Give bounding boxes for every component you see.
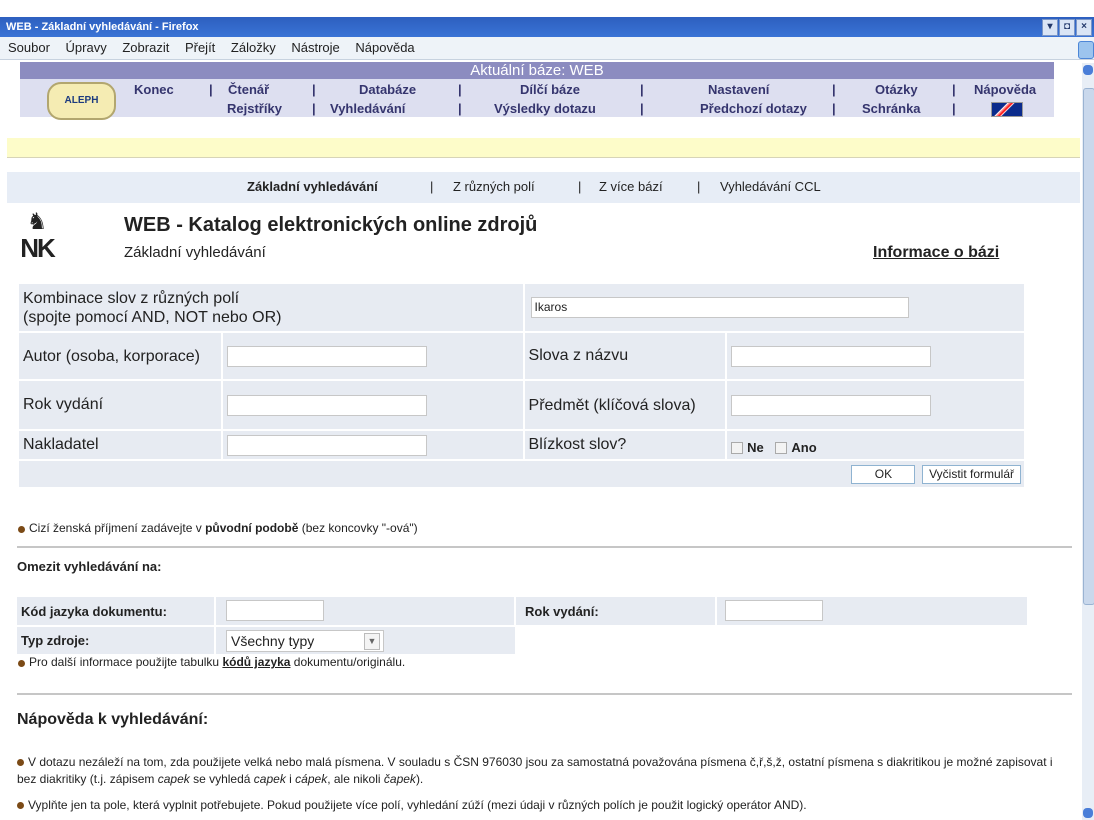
limit-row-1: Kód jazyka dokumentu: Rok vydání: xyxy=(17,597,1027,625)
page-header: ♞ NK WEB - Katalog elektronických online… xyxy=(17,204,1069,274)
nav-ctenar[interactable]: Čtenář xyxy=(228,82,269,97)
subject-label: Předmět (klíčová slova) xyxy=(524,381,726,429)
nav-predchozi-dotazy[interactable]: Předchozí dotazy xyxy=(700,101,807,116)
year-label: Rok vydání xyxy=(19,381,222,429)
search-form: Kombinace slov z různých polí (spojte po… xyxy=(17,282,1026,489)
nav-dilci-baze[interactable]: Dílčí báze xyxy=(520,82,580,97)
nav-rejstriky[interactable]: Rejstříky xyxy=(227,101,282,116)
proximity-yes-checkbox[interactable] xyxy=(775,442,788,455)
bullet-icon xyxy=(18,660,25,667)
proximity-yes-label: Ano xyxy=(791,439,817,455)
current-base: Aktuální báze: WEB xyxy=(20,62,1054,79)
menu-prejit[interactable]: Přejít xyxy=(185,40,215,55)
nk-text: NK xyxy=(20,233,56,263)
limit-title: Omezit vyhledávání na: xyxy=(17,559,162,574)
scrollbar-thumb[interactable] xyxy=(1083,88,1094,605)
aleph-logo[interactable]: ALEPH xyxy=(47,82,116,120)
vertical-scrollbar[interactable] xyxy=(1082,63,1094,820)
title-words-input[interactable] xyxy=(731,345,932,367)
menu-napoveda[interactable]: Nápověda xyxy=(355,40,414,55)
menu-zalozky[interactable]: Záložky xyxy=(231,40,276,55)
year-input[interactable] xyxy=(227,394,428,416)
search-type-bar: Základní vyhledávání | Z různých polí | … xyxy=(7,172,1080,203)
source-type-label: Typ zdroje: xyxy=(21,633,90,648)
subject-input[interactable] xyxy=(731,394,932,416)
scroll-up-icon[interactable] xyxy=(1083,65,1093,75)
help-paragraph-2: Vyplňte jen ta pole, která vyplnit potře… xyxy=(28,798,807,812)
publisher-input[interactable] xyxy=(227,434,428,456)
ok-button[interactable]: OK xyxy=(851,464,916,484)
proximity-no-label: Ne xyxy=(747,439,764,455)
chevron-down-icon[interactable]: ▼ xyxy=(364,633,380,650)
menu-bar: Soubor Úpravy Zobrazit Přejít Záložky Ná… xyxy=(0,37,1094,60)
language-label: Kód jazyka dokumentu: xyxy=(21,604,167,619)
subnav-ccl[interactable]: Vyhledávání CCL xyxy=(720,179,821,194)
page-content: Aktuální báze: WEB ALEPH Konec | Čtenář … xyxy=(7,62,1080,820)
help-title: Nápověda k vyhledávání: xyxy=(17,711,209,728)
nk-logo: ♞ NK xyxy=(17,209,57,264)
source-type-value: Všechny typy xyxy=(231,633,315,649)
bullet-icon xyxy=(18,526,25,533)
nav-databaze[interactable]: Databáze xyxy=(359,82,416,97)
combo-input[interactable]: Ikaros xyxy=(530,297,909,318)
minimize-button[interactable]: ▾ xyxy=(1042,19,1058,36)
bullet-icon xyxy=(17,759,24,766)
restore-button[interactable]: ◘ xyxy=(1059,19,1075,36)
limit-row-2: Typ zdroje: Všechny typy ▼ xyxy=(17,627,515,654)
language-table-link[interactable]: kódů jazyka xyxy=(222,655,290,669)
language-table-note: Pro další informace použijte tabulku kód… xyxy=(29,655,406,669)
source-type-select[interactable]: Všechny typy ▼ xyxy=(226,630,384,652)
menu-nastroje[interactable]: Nástroje xyxy=(291,40,339,55)
sidebar-toggle-icon[interactable] xyxy=(1078,41,1094,59)
subnav-basic[interactable]: Základní vyhledávání xyxy=(247,179,378,194)
divider xyxy=(17,546,1072,548)
message-bar xyxy=(7,138,1080,158)
proximity-no-checkbox[interactable] xyxy=(731,442,744,455)
menu-upravy[interactable]: Úpravy xyxy=(66,40,107,55)
base-info-link[interactable]: Informace o bázi xyxy=(873,244,999,262)
nav-nastaveni[interactable]: Nastavení xyxy=(708,82,769,97)
nav-napoveda[interactable]: Nápověda xyxy=(974,82,1036,97)
bullet-icon xyxy=(17,802,24,809)
title-words-label: Slova z názvu xyxy=(524,333,726,379)
nav-vyhledavani[interactable]: Vyhledávání xyxy=(330,101,405,116)
window-titlebar: WEB - Základní vyhledávání - Firefox ▾ ◘… xyxy=(0,17,1094,37)
author-label: Autor (osoba, korporace) xyxy=(19,333,222,379)
surname-note: Cizí ženská příjmení zadávejte v původní… xyxy=(29,521,418,535)
help-text: V dotazu nezáleží na tom, zda použijete … xyxy=(17,755,1053,812)
combo-label: Kombinace slov z různých polí xyxy=(23,289,240,307)
menu-soubor[interactable]: Soubor xyxy=(8,40,50,55)
author-input[interactable] xyxy=(227,345,428,367)
nav-otazky[interactable]: Otázky xyxy=(875,82,918,97)
english-flag-icon[interactable] xyxy=(991,102,1023,117)
close-button[interactable]: × xyxy=(1076,19,1092,36)
menu-zobrazit[interactable]: Zobrazit xyxy=(122,40,169,55)
divider xyxy=(17,693,1072,695)
combo-sublabel: (spojte pomocí AND, NOT nebo OR) xyxy=(23,308,282,326)
subnav-bases[interactable]: Z více bází xyxy=(599,179,663,194)
aleph-top-navigation: Aktuální báze: WEB ALEPH Konec | Čtenář … xyxy=(20,62,1054,137)
nav-vysledky-dotazu[interactable]: Výsledky dotazu xyxy=(494,101,596,116)
year2-label: Rok vydání: xyxy=(525,604,599,619)
window-title: WEB - Základní vyhledávání - Firefox xyxy=(6,21,199,33)
page-subtitle: Základní vyhledávání xyxy=(124,244,266,261)
proximity-label: Blízkost slov? xyxy=(524,431,726,459)
nav-konec[interactable]: Konec xyxy=(134,82,174,97)
year2-input[interactable] xyxy=(725,600,823,621)
clear-form-button[interactable]: Vyčistit formulář xyxy=(922,464,1021,484)
publisher-label: Nakladatel xyxy=(19,431,222,459)
scroll-down-icon[interactable] xyxy=(1083,808,1093,818)
nk-emblem-icon: ♞ xyxy=(26,208,48,234)
nav-schranka[interactable]: Schránka xyxy=(862,101,921,116)
page-title: WEB - Katalog elektronických online zdro… xyxy=(124,214,538,236)
subnav-fields[interactable]: Z různých polí xyxy=(453,179,535,194)
language-input[interactable] xyxy=(226,600,324,621)
